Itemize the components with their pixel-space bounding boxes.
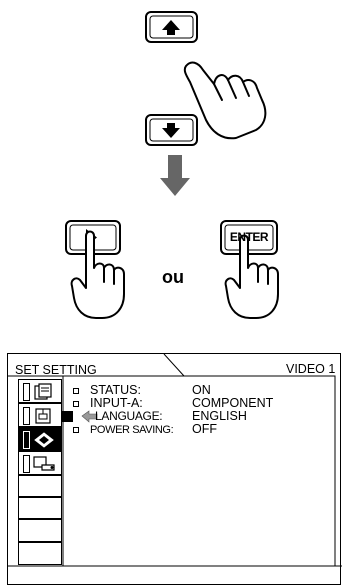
input-setting-icon [23, 407, 30, 425]
menu-tab-empty-3 [18, 519, 62, 542]
input-setting-glyph-icon [35, 408, 51, 424]
item-label: LANGUAGE: [95, 409, 163, 423]
menu-tab-title: SET SETTING [15, 363, 97, 377]
navigation-illustration [65, 11, 279, 319]
menu-tab-installation[interactable] [18, 451, 62, 475]
item-bullet-icon [73, 401, 79, 407]
menu-tab-picture[interactable] [18, 379, 62, 403]
installation-glyph-icon [33, 456, 55, 471]
item-label: POWER SAVING: [90, 424, 174, 436]
flow-arrow-icon [160, 155, 190, 196]
input-indicator: VIDEO 1 [286, 362, 336, 376]
menu-tab-empty-2 [18, 497, 62, 519]
set-setting-menu: SET SETTING VIDEO 1 STATUS: ON INPUT-A: … [7, 353, 342, 585]
item-value: OFF [192, 422, 217, 436]
connector-word: ou [162, 267, 184, 287]
menu-tab-input[interactable] [18, 403, 62, 427]
picture-setting-icon [23, 383, 30, 401]
item-bullet-icon [73, 427, 79, 433]
enter-key-label: ENTER [229, 230, 269, 244]
installation-setting-icon [23, 455, 30, 473]
picture-setting-glyph-icon [34, 383, 52, 400]
down-arrow-key-icon [145, 114, 198, 146]
menu-item-power-saving[interactable]: POWER SAVING: OFF [66, 423, 331, 437]
item-bullet-icon [73, 388, 79, 394]
up-arrow-key-icon [145, 11, 198, 43]
menu-tab-empty-1 [18, 475, 62, 497]
set-setting-glyph-icon [34, 432, 54, 448]
set-setting-selected-icon [23, 431, 30, 449]
menu-tab-set-setting[interactable] [18, 427, 62, 451]
selected-item-marker-icon [62, 411, 73, 422]
menu-tab-empty-4 [18, 542, 62, 565]
